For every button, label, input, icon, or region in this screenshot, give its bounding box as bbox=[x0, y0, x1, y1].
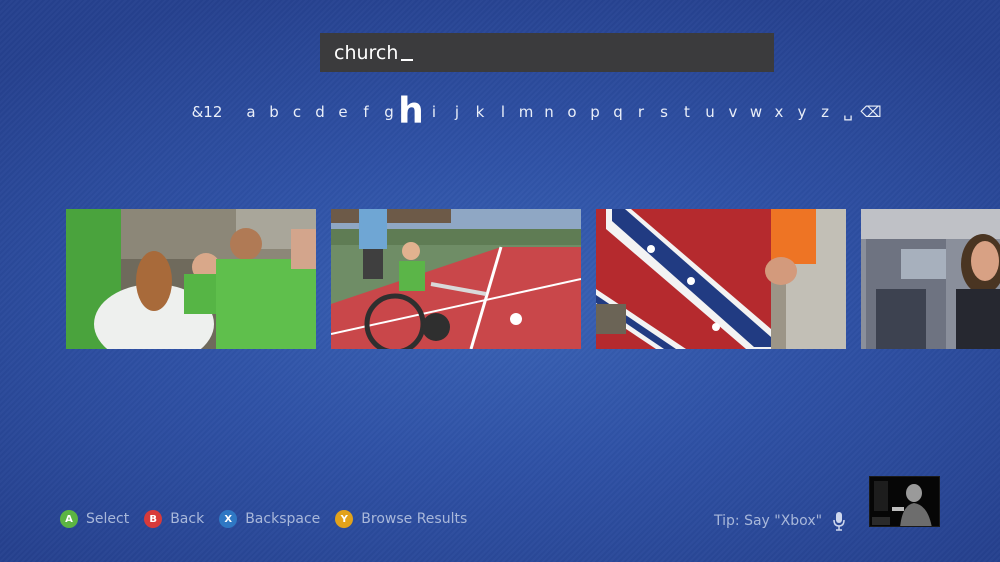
camera-feed-icon bbox=[870, 477, 939, 526]
key-z[interactable]: z bbox=[821, 103, 829, 121]
key-b[interactable]: b bbox=[269, 103, 279, 121]
key-backspace[interactable]: ⌫ bbox=[860, 103, 881, 121]
controller-legend: A Select B Back X Backspace Y Browse Res… bbox=[60, 510, 482, 528]
key-h-selected[interactable]: h bbox=[398, 90, 424, 131]
b-button-icon: B bbox=[144, 510, 163, 528]
key-n[interactable]: n bbox=[544, 103, 554, 121]
key-k[interactable]: k bbox=[476, 103, 485, 121]
backspace-label: Backspace bbox=[245, 511, 321, 527]
key-p[interactable]: p bbox=[590, 103, 600, 121]
kinect-camera-preview bbox=[869, 476, 940, 527]
backspace-hint[interactable]: X Backspace bbox=[219, 510, 320, 528]
text-cursor bbox=[401, 58, 414, 61]
result-thumbnail-2[interactable] bbox=[331, 209, 581, 349]
key-j[interactable]: j bbox=[455, 103, 459, 121]
x-button-icon: X bbox=[219, 510, 238, 528]
key-t[interactable]: t bbox=[684, 103, 690, 121]
key-l[interactable]: l bbox=[501, 103, 505, 121]
key-g[interactable]: g bbox=[384, 103, 394, 121]
result-thumbnail-4[interactable] bbox=[861, 209, 1000, 349]
woman-office-thumbnail bbox=[861, 209, 1000, 349]
key-e[interactable]: e bbox=[338, 103, 347, 121]
key-u[interactable]: u bbox=[705, 103, 715, 121]
key-r[interactable]: r bbox=[638, 103, 644, 121]
result-thumbnail-3[interactable] bbox=[596, 209, 846, 349]
voice-tip: Tip: Say "Xbox" bbox=[714, 511, 846, 531]
confederate-flag-thumbnail bbox=[596, 209, 846, 349]
key-x[interactable]: x bbox=[775, 103, 784, 121]
select-label: Select bbox=[86, 511, 130, 527]
key-symbols[interactable]: &12 bbox=[192, 103, 223, 121]
green-shirts-group-thumbnail bbox=[66, 209, 316, 349]
key-y[interactable]: y bbox=[798, 103, 807, 121]
tip-text: Tip: Say "Xbox" bbox=[714, 513, 823, 529]
key-q[interactable]: q bbox=[613, 103, 623, 121]
key-s[interactable]: s bbox=[660, 103, 668, 121]
key-m[interactable]: m bbox=[519, 103, 534, 121]
browse-results-hint[interactable]: Y Browse Results bbox=[335, 510, 467, 528]
select-hint[interactable]: A Select bbox=[60, 510, 129, 528]
search-query-text: church bbox=[334, 41, 399, 64]
key-space[interactable]: ␣ bbox=[843, 103, 853, 121]
microphone-icon bbox=[833, 512, 845, 531]
back-label: Back bbox=[170, 511, 205, 527]
key-d[interactable]: d bbox=[315, 103, 325, 121]
a-button-icon: A bbox=[60, 510, 78, 528]
key-o[interactable]: o bbox=[567, 103, 576, 121]
key-v[interactable]: v bbox=[729, 103, 738, 121]
search-input[interactable]: church bbox=[320, 33, 774, 72]
wheelchair-baseball-thumbnail bbox=[331, 209, 581, 349]
key-i[interactable]: i bbox=[432, 103, 436, 121]
key-w[interactable]: w bbox=[750, 103, 762, 121]
y-button-icon: Y bbox=[335, 510, 354, 528]
key-a[interactable]: a bbox=[246, 103, 255, 121]
back-hint[interactable]: B Back bbox=[144, 510, 204, 528]
browse-results-label: Browse Results bbox=[361, 511, 468, 527]
result-thumbnail-1[interactable] bbox=[66, 209, 316, 349]
key-c[interactable]: c bbox=[293, 103, 301, 121]
key-f[interactable]: f bbox=[363, 103, 368, 121]
on-screen-keyboard: &12 a b c d e f g h i j k l m n o p q r … bbox=[186, 86, 886, 138]
